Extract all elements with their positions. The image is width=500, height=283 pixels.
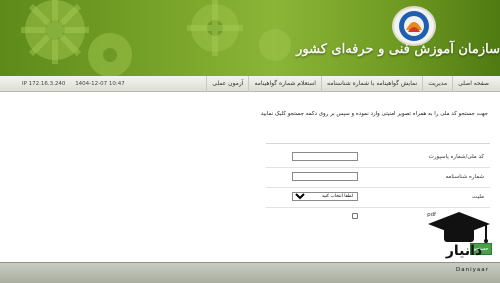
nav-item-practical-exam[interactable]: آزمون عملی [206,76,248,92]
nav-item-certificate-by-birth-number[interactable]: نمایش گواهینامه با شماره شناسنامه [320,76,422,92]
birth-cert-input[interactable] [292,172,358,181]
nav-item-home[interactable]: صفحه اصلی [452,76,494,92]
national-code-input[interactable] [292,152,358,161]
main-navbar: صفحه اصلی مدیریت نمایش گواهینامه با شمار… [0,76,500,92]
watermark-subtitle: Daniyaar [456,267,489,273]
nav-menu: صفحه اصلی مدیریت نمایش گواهینامه با شمار… [206,76,494,92]
watermark-logo-text: دانیار [445,243,483,259]
session-info: IP 172.16.3.240 1404-12-07 10:47 [22,76,133,92]
nationality-label: ملیت [472,194,484,200]
ip-address: IP 172.16.3.240 [22,81,66,87]
organization-name: سازمان آموزش فنی و حرفه‌ای کشور [296,42,500,57]
date-time: 1404-12-07 10:47 [75,81,125,87]
national-code-row: کد ملی/شماره پاسپورت [266,148,490,168]
nav-item-management[interactable]: مدیریت [422,76,452,92]
search-instruction: جهت جستجو کد ملی را به همراه تصویر امنیت… [260,111,488,117]
national-code-label: کد ملی/شماره پاسپورت [428,154,484,160]
birth-cert-label: شماره شناسنامه [445,174,484,180]
nationality-row: ملیت لطفا انتخاب کنید [266,188,490,208]
pdf-checkbox[interactable] [352,213,358,219]
site-header: سازمان آموزش فنی و حرفه‌ای کشور [0,0,500,76]
organization-logo [392,6,436,46]
logo-emblem-icon [399,11,429,41]
nationality-select[interactable]: لطفا انتخاب کنید [292,192,358,201]
birth-cert-row: شماره شناسنامه [266,168,490,188]
nav-item-certificate-inquiry[interactable]: استعلام شماره گواهینامه [248,76,321,92]
